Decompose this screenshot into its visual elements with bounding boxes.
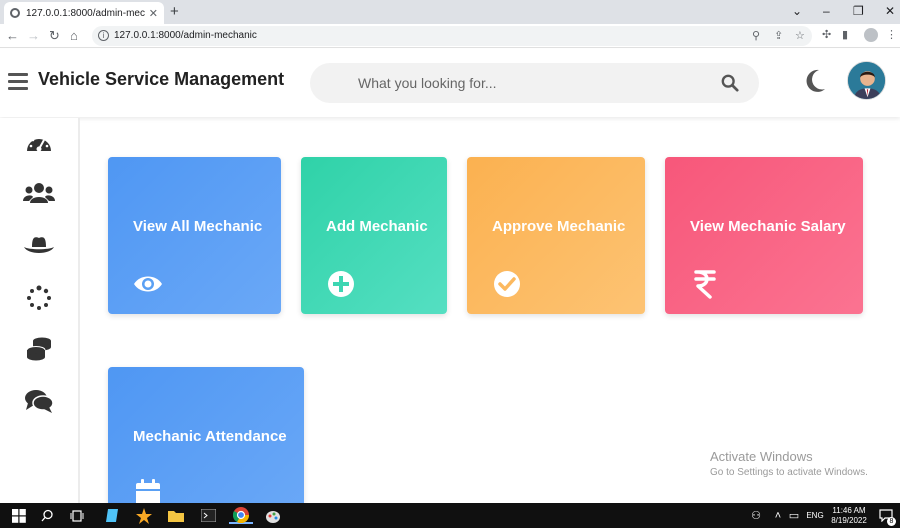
notification-center-icon[interactable]: 8 <box>876 507 896 526</box>
close-window-button[interactable]: ✕ <box>885 2 895 20</box>
restore-button[interactable]: ❐ <box>853 2 864 20</box>
taskbar-search-icon[interactable] <box>36 507 58 524</box>
app-title: Vehicle Service Management <box>38 69 285 89</box>
side-panel-icon[interactable]: ▮ <box>842 28 848 41</box>
search-input[interactable] <box>358 73 708 93</box>
url-text: 127.0.0.1:8000/admin-mechanic <box>114 30 257 41</box>
battery-icon[interactable]: ▭ <box>787 507 801 524</box>
chrome-app-icon[interactable] <box>229 506 253 524</box>
card-label: View All Mechanic <box>133 218 263 235</box>
spinner-icon <box>27 285 51 310</box>
globe-icon <box>10 8 20 18</box>
bookmark-star-icon[interactable]: ☆ <box>795 26 805 46</box>
star-app-icon[interactable] <box>133 507 155 524</box>
watermark-subtitle: Go to Settings to activate Windows. <box>710 467 868 478</box>
extensions-icon[interactable]: ✣ <box>822 28 831 41</box>
forward-arrow-icon[interactable]: → <box>27 27 40 45</box>
sidebar-item-chat[interactable] <box>22 386 56 416</box>
back-arrow-icon[interactable]: ← <box>6 27 19 45</box>
browser-tab[interactable]: 127.0.0.1:8000/admin-mechanic ✕ <box>4 2 164 24</box>
notification-badge: 8 <box>887 517 896 526</box>
users-icon <box>23 183 55 203</box>
dashboard-icon <box>27 135 51 152</box>
paint-app-icon[interactable] <box>262 507 284 524</box>
new-tab-button[interactable]: + <box>170 3 179 21</box>
browser-profile-icon[interactable] <box>864 28 878 42</box>
card-label: View Mechanic Salary <box>690 218 846 235</box>
sidebar-item-dashboard[interactable] <box>22 128 56 158</box>
plus-circle-icon <box>328 271 354 297</box>
dark-mode-moon-icon[interactable] <box>804 69 826 93</box>
task-view-icon[interactable] <box>66 507 88 524</box>
clock[interactable]: 11:46 AM 8/19/2022 <box>826 506 872 526</box>
tab-search-icon[interactable]: ⌄ <box>792 2 802 20</box>
address-bar[interactable]: i 127.0.0.1:8000/admin-mechanic ⚲ ⇪ ☆ <box>92 26 812 46</box>
view-all-mechanic-card[interactable]: View All Mechanic <box>108 157 281 314</box>
site-info-icon[interactable]: i <box>98 30 109 41</box>
eye-icon <box>134 276 162 292</box>
user-avatar-icon <box>848 62 885 99</box>
browser-toolbar: ← → ↻ ⌂ i 127.0.0.1:8000/admin-mechanic … <box>0 24 900 48</box>
windows-taskbar: ⚇ ˄ ▭ ENG 11:46 AM 8/19/2022 8 <box>0 503 900 528</box>
sidebar-item-users[interactable] <box>22 178 56 208</box>
view-mechanic-salary-card[interactable]: View Mechanic Salary <box>665 157 863 314</box>
card-label: Add Mechanic <box>326 218 428 235</box>
reload-icon[interactable]: ↻ <box>49 27 60 45</box>
browser-tab-strip: 127.0.0.1:8000/admin-mechanic ✕ + ⌄ – ❐ … <box>0 0 900 24</box>
clock-date: 8/19/2022 <box>831 516 867 525</box>
share-icon[interactable]: ⇪ <box>774 26 783 46</box>
close-tab-icon[interactable]: ✕ <box>149 7 158 20</box>
chat-icon <box>25 390 54 413</box>
zoom-icon[interactable]: ⚲ <box>752 26 760 46</box>
user-avatar[interactable] <box>847 61 886 100</box>
search-box <box>310 63 759 103</box>
home-icon[interactable]: ⌂ <box>70 27 78 45</box>
card-label: Mechanic Attendance <box>133 428 287 445</box>
add-mechanic-card[interactable]: Add Mechanic <box>301 157 447 314</box>
activate-windows-watermark: Activate Windows Go to Settings to activ… <box>710 449 868 478</box>
sidebar <box>0 118 80 503</box>
watermark-title: Activate Windows <box>710 449 813 464</box>
file-explorer-icon[interactable] <box>165 507 187 524</box>
search-icon[interactable] <box>721 74 739 92</box>
language-indicator[interactable]: ENG <box>804 511 826 521</box>
card-label: Approve Mechanic <box>492 218 626 235</box>
tray-chevron-up-icon[interactable]: ˄ <box>771 507 785 524</box>
hat-icon <box>24 237 54 253</box>
tab-title: 127.0.0.1:8000/admin-mechanic <box>26 7 145 19</box>
sidebar-item-coins[interactable] <box>22 334 56 364</box>
notepad-app-icon[interactable] <box>101 507 123 524</box>
approve-mechanic-card[interactable]: Approve Mechanic <box>467 157 645 314</box>
mechanic-attendance-card[interactable]: Mechanic Attendance <box>108 367 304 517</box>
rupee-icon <box>694 270 716 299</box>
people-icon[interactable]: ⚇ <box>748 507 764 524</box>
terminal-app-icon[interactable] <box>197 507 219 524</box>
sidebar-item-hat[interactable] <box>22 231 56 261</box>
menu-icon[interactable] <box>8 73 28 90</box>
clock-time: 11:46 AM <box>832 506 866 515</box>
chrome-menu-icon[interactable]: ⋮ <box>886 28 897 41</box>
windows-start-icon[interactable] <box>8 507 30 524</box>
app-header: Vehicle Service Management <box>0 49 900 117</box>
minimize-button[interactable]: – <box>823 2 830 20</box>
sidebar-item-loading[interactable] <box>22 283 56 313</box>
coins-icon <box>26 337 51 361</box>
check-circle-icon <box>494 271 520 297</box>
